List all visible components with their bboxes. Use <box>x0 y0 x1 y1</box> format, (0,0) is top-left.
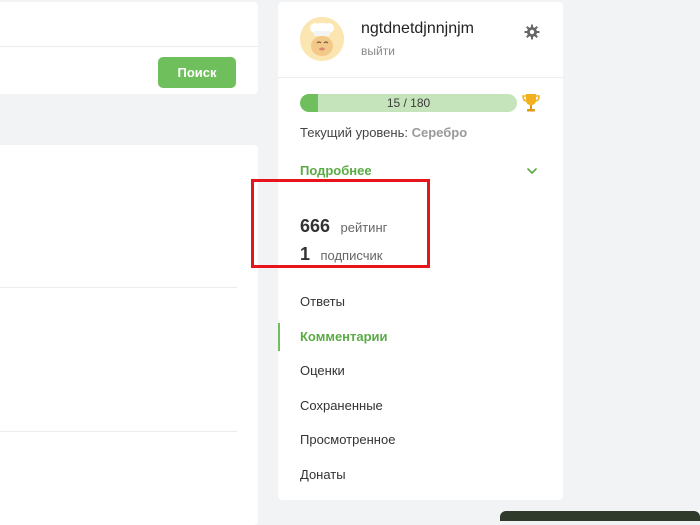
progress-text: 15 / 180 <box>386 96 431 110</box>
chef-avatar-icon <box>300 17 344 61</box>
subscribers-label: подписчик <box>320 248 383 263</box>
level-label: Текущий уровень: <box>300 125 408 140</box>
search-button[interactable]: Поиск <box>158 57 236 88</box>
progress-bar: 15 / 180 <box>300 94 517 112</box>
profile-menu: Ответы Комментарии Оценки Сохраненные Пр… <box>278 285 563 493</box>
rating-label: рейтинг <box>340 220 388 235</box>
rating-stat: 666 рейтинг <box>300 216 387 237</box>
current-level: Текущий уровень: Серебро <box>300 125 467 140</box>
avatar[interactable] <box>300 17 344 61</box>
subscribers-value: 1 <box>300 244 311 264</box>
menu-item-viewed[interactable]: Просмотренное <box>278 423 563 458</box>
details-toggle[interactable]: Подробнее <box>300 163 372 178</box>
profile-card: ngtdnetdjnnjnjm выйти 15 / 180 Текущий у… <box>278 2 563 500</box>
content-card <box>0 145 258 525</box>
divider <box>278 77 563 78</box>
rating-value: 666 <box>300 216 331 236</box>
logout-link[interactable]: выйти <box>361 44 395 58</box>
divider <box>0 46 258 47</box>
level-value: Серебро <box>411 125 468 140</box>
gear-icon[interactable] <box>524 24 540 40</box>
divider <box>0 287 237 288</box>
menu-item-saved[interactable]: Сохраненные <box>278 389 563 424</box>
menu-item-comments[interactable]: Комментарии <box>278 320 563 355</box>
menu-item-ratings[interactable]: Оценки <box>278 354 563 389</box>
bottom-corner-bar <box>500 511 700 521</box>
chevron-down-icon[interactable] <box>526 164 538 176</box>
search-card: Поиск <box>0 2 258 94</box>
divider <box>0 431 237 432</box>
subscribers-stat[interactable]: 1 подписчик <box>300 244 382 265</box>
username: ngtdnetdjnnjnjm <box>361 20 474 37</box>
menu-item-answers[interactable]: Ответы <box>278 285 563 320</box>
trophy-icon <box>522 93 540 113</box>
menu-item-donations[interactable]: Донаты <box>278 458 563 493</box>
